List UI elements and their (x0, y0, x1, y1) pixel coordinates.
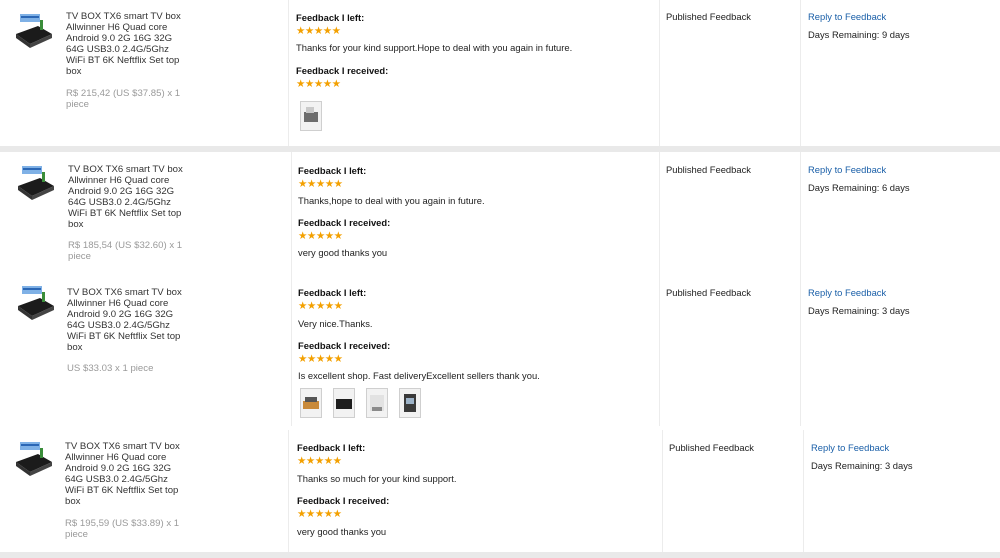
feedback-received-label: Feedback I received: (297, 495, 390, 506)
product-title[interactable]: TV BOX TX6 smart TV box Allwinner H6 Qua… (66, 11, 186, 77)
feedback-received-stars: ★★★★★ (296, 78, 341, 90)
feedback-photo[interactable] (366, 388, 388, 418)
feedback-left-text: Thanks for your kind support.Hope to dea… (296, 42, 573, 53)
feedback-photo[interactable] (399, 388, 421, 418)
days-remaining: Days Remaining: 3 days (808, 305, 910, 316)
reply-to-feedback-link[interactable]: Reply to Feedback (808, 164, 886, 175)
product-price: R$ 185,54 (US $32.60) x 1 piece (68, 240, 183, 262)
feedback-left-text: Very nice.Thanks. (298, 318, 373, 329)
product-thumbnail[interactable] (12, 12, 54, 52)
feedback-status: Published Feedback (666, 287, 751, 298)
feedback-received-text: very good thanks you (297, 526, 387, 537)
feedback-left-stars: ★★★★★ (298, 300, 343, 312)
feedback-row: TV BOX TX6 smart TV box Allwinner H6 Qua… (0, 276, 1000, 426)
feedback-received-stars: ★★★★★ (298, 353, 343, 365)
feedback-left-label: Feedback I left: (296, 12, 365, 23)
row-separator (0, 552, 1000, 558)
product-thumbnail[interactable] (14, 284, 56, 324)
feedback-row: TV BOX TX6 smart TV box Allwinner H6 Qua… (0, 0, 1000, 146)
product-title[interactable]: TV BOX TX6 smart TV box Allwinner H6 Qua… (68, 164, 188, 230)
days-remaining: Days Remaining: 3 days (811, 460, 913, 471)
days-remaining: Days Remaining: 6 days (808, 182, 910, 193)
feedback-left-stars: ★★★★★ (298, 178, 343, 190)
product-price: R$ 215,42 (US $37.85) x 1 piece (66, 88, 181, 110)
feedback-left-stars: ★★★★★ (296, 25, 341, 37)
feedback-received-label: Feedback I received: (298, 217, 391, 228)
feedback-left-label: Feedback I left: (297, 442, 366, 453)
feedback-left-label: Feedback I left: (298, 165, 367, 176)
product-thumbnail[interactable] (12, 440, 54, 480)
feedback-status: Published Feedback (666, 11, 751, 22)
days-remaining: Days Remaining: 9 days (808, 29, 910, 40)
feedback-row: TV BOX TX6 smart TV box Allwinner H6 Qua… (0, 430, 1000, 552)
product-price: R$ 195,59 (US $33.89) x 1 piece (65, 518, 180, 540)
product-price: US $33.03 x 1 piece (67, 363, 154, 374)
product-title[interactable]: TV BOX TX6 smart TV box Allwinner H6 Qua… (65, 441, 185, 507)
feedback-left-stars: ★★★★★ (297, 455, 342, 467)
feedback-left-text: Thanks so much for your kind support. (297, 473, 457, 484)
feedback-left-text: Thanks,hope to deal with you again in fu… (298, 195, 485, 206)
reply-to-feedback-link[interactable]: Reply to Feedback (808, 11, 886, 22)
feedback-status: Published Feedback (666, 164, 751, 175)
feedback-row: TV BOX TX6 smart TV box Allwinner H6 Qua… (0, 152, 1000, 276)
feedback-received-text: very good thanks you (298, 247, 388, 258)
feedback-received-label: Feedback I received: (296, 65, 389, 76)
product-title[interactable]: TV BOX TX6 smart TV box Allwinner H6 Qua… (67, 287, 187, 353)
feedback-photo[interactable] (333, 388, 355, 418)
reply-to-feedback-link[interactable]: Reply to Feedback (808, 287, 886, 298)
product-thumbnail[interactable] (14, 164, 56, 204)
feedback-received-label: Feedback I received: (298, 340, 391, 351)
feedback-left-label: Feedback I left: (298, 287, 367, 298)
feedback-photo[interactable] (300, 101, 322, 131)
feedback-photo[interactable] (300, 388, 322, 418)
reply-to-feedback-link[interactable]: Reply to Feedback (811, 442, 889, 453)
feedback-received-stars: ★★★★★ (297, 508, 342, 520)
feedback-received-text: Is excellent shop. Fast deliveryExcellen… (298, 370, 540, 381)
feedback-received-stars: ★★★★★ (298, 230, 343, 242)
feedback-status: Published Feedback (669, 442, 754, 453)
